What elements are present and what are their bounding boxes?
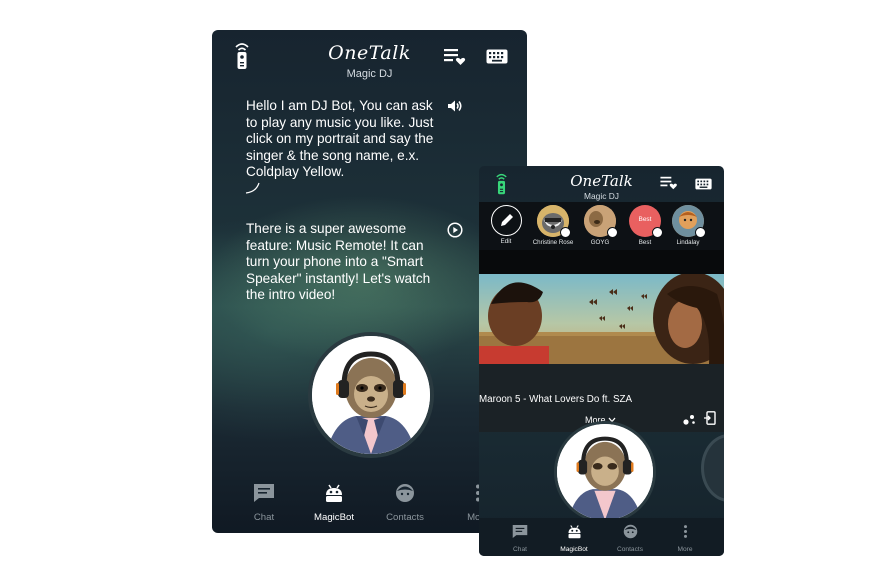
next-portrait-partial [701,434,724,502]
avatar [537,205,571,238]
dj-bot-portrait[interactable] [554,421,656,523]
avatar-initials: Best [638,216,652,223]
video-bottom-bar [479,364,724,388]
nav-magicbot-label: MagicBot [314,512,354,523]
avatar [672,205,706,238]
status-badge [560,227,571,238]
video-letterbox [479,250,724,274]
playlist-favorite-icon[interactable] [444,48,466,71]
app-header: OneTalk Magic DJ [212,30,527,86]
chat-icon [254,484,274,502]
more-vertical-icon [683,525,687,538]
app-logo: OneTalk [328,42,411,64]
app-logo: OneTalk [570,172,633,190]
play-circle-icon[interactable] [447,222,463,243]
contact-lindalay[interactable]: Lindalay [665,205,711,246]
nav-contacts-label: Contacts [616,546,644,553]
speaker-icon[interactable] [447,99,463,118]
pencil-icon [500,214,513,226]
nav-contacts-label: Contacts [386,512,424,523]
contact-name: Edit [500,238,512,245]
dj-bot-portrait[interactable] [308,332,434,458]
keyboard-icon[interactable] [486,49,508,69]
chat-tail-decoration [245,182,260,194]
chat-icon [512,524,528,539]
robot-icon [568,525,580,539]
nav-contacts[interactable]: Contacts [614,524,646,553]
contact-name: Lindalay [676,239,700,246]
nav-chat-label: Chat [253,512,275,523]
contact-best[interactable]: Best Best [622,205,668,246]
status-badge [607,227,618,238]
cast-to-device-icon[interactable] [704,411,716,430]
nav-more[interactable]: More [674,524,696,553]
page-subtitle: Magic DJ [346,68,393,80]
contact-name: GOYG [590,239,610,246]
status-badge [695,227,706,238]
nav-magicbot[interactable]: MagicBot [557,524,591,553]
contact-edit[interactable]: Edit [483,205,529,245]
video-title: Maroon 5 - What Lovers Do ft. SZA [479,394,632,405]
robot-icon [326,484,342,502]
page-subtitle: Magic DJ [584,191,619,201]
avatar: Best [629,205,663,238]
bottom-navigation: Chat MagicBot Contacts More [479,518,724,556]
contacts-face-icon [396,484,414,502]
contacts-face-icon [623,524,637,539]
nav-magicbot[interactable]: MagicBot [312,483,356,523]
magic-dj-screen-overlay: OneTalk Magic DJ Edit Christine Rose GOY… [479,166,724,556]
contact-name: Best [638,239,652,246]
contact-name: Christine Rose [532,239,574,246]
contact-goyg[interactable]: GOYG [577,205,623,246]
nav-chat[interactable]: Chat [248,483,280,523]
keyboard-icon[interactable] [695,177,712,195]
bot-message: Hello I am DJ Bot, You can ask to play a… [246,98,434,179]
nav-chat[interactable]: Chat [509,524,531,553]
nav-contacts[interactable]: Contacts [385,483,425,523]
bot-message: There is a super awesome feature: Music … [246,221,431,302]
avatar [584,205,618,238]
nav-magicbot-label: MagicBot [560,546,588,553]
nav-chat-label: Chat [513,546,527,553]
quick-contacts-strip: Edit Christine Rose GOYG Best Best Linda… [479,202,724,250]
status-badge [652,227,663,238]
music-video-player[interactable] [479,274,724,364]
nav-more-label: More [677,546,693,553]
contact-christine-rose[interactable]: Christine Rose [530,205,576,246]
playlist-favorite-icon[interactable] [660,176,678,195]
share-dots-icon[interactable] [683,412,696,430]
